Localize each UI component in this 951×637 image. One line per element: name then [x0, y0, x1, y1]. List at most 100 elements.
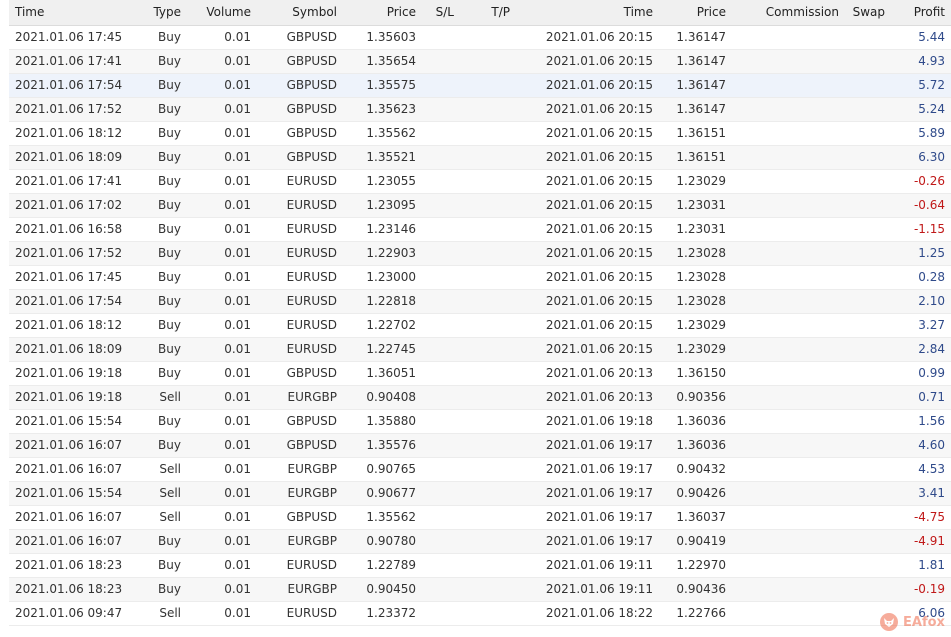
column-header-volume[interactable]: Volume: [187, 0, 257, 26]
table-row[interactable]: 2021.01.06 16:07 Buy 0.01 EURGBP 0.90780 2021…: [9, 529, 951, 553]
close-price-cell: 1.23029: [676, 318, 726, 332]
volume-cell: 0.01: [224, 606, 251, 620]
close-time-cell: 2021.01.06 18:22: [545, 606, 653, 620]
column-header-commission[interactable]: Commission: [732, 0, 845, 26]
table-row[interactable]: 2021.01.06 17:45 Buy 0.01 GBPUSD 1.35603 2021…: [9, 25, 951, 49]
symbol-cell: GBPUSD: [286, 366, 337, 380]
tp-cell: [460, 313, 516, 337]
symbol-cell: EURUSD: [286, 294, 337, 308]
table-row[interactable]: 2021.01.06 17:54 Buy 0.01 EURUSD 1.22818 2021…: [9, 289, 951, 313]
tp-cell: [460, 73, 516, 97]
type-cell: Buy: [158, 438, 181, 452]
swap-cell: [845, 241, 891, 265]
table-row[interactable]: 2021.01.06 16:07 Buy 0.01 GBPUSD 1.35576 2021…: [9, 433, 951, 457]
table-row[interactable]: 2021.01.06 19:18 Buy 0.01 GBPUSD 1.36051 2021…: [9, 361, 951, 385]
table-row[interactable]: 2021.01.06 18:23 Buy 0.01 EURUSD 1.22789 2021…: [9, 553, 951, 577]
profit-cell: 3.41: [918, 486, 945, 500]
table-row[interactable]: 2021.01.06 18:09 Buy 0.01 GBPUSD 1.35521 2021…: [9, 145, 951, 169]
commission-cell: [732, 265, 845, 289]
table-row[interactable]: 2021.01.06 18:12 Buy 0.01 EURUSD 1.22702 2021…: [9, 313, 951, 337]
tp-cell: [460, 433, 516, 457]
commission-cell: [732, 577, 845, 601]
tp-cell: [460, 289, 516, 313]
tp-cell: [460, 385, 516, 409]
close-price-cell: 1.23028: [676, 270, 726, 284]
table-row[interactable]: 2021.01.06 17:52 Buy 0.01 EURUSD 1.22903 2021…: [9, 241, 951, 265]
column-header-sl[interactable]: S/L: [422, 0, 460, 26]
tp-cell: [460, 481, 516, 505]
commission-cell: [732, 121, 845, 145]
table-row[interactable]: 2021.01.06 16:58 Buy 0.01 EURUSD 1.23146 2021…: [9, 217, 951, 241]
symbol-cell: EURUSD: [286, 318, 337, 332]
profit-cell: -4.75: [913, 510, 945, 524]
table-row[interactable]: 2021.01.06 17:02 Buy 0.01 EURUSD 1.23095 2021…: [9, 193, 951, 217]
symbol-cell: EURGBP: [287, 462, 337, 476]
sl-cell: [422, 337, 460, 361]
profit-cell: 4.60: [918, 438, 945, 452]
profit-cell: 4.53: [918, 462, 945, 476]
swap-cell: [845, 385, 891, 409]
sl-cell: [422, 313, 460, 337]
column-header-tp[interactable]: T/P: [460, 0, 516, 26]
column-header-close-price[interactable]: Price: [659, 0, 732, 26]
table-row[interactable]: 2021.01.06 17:41 Buy 0.01 EURUSD 1.23055 2021…: [9, 169, 951, 193]
tp-cell: [460, 169, 516, 193]
close-time-cell: 2021.01.06 20:15: [545, 150, 653, 164]
close-price-cell: 1.23031: [676, 222, 726, 236]
type-cell: Buy: [158, 126, 181, 140]
table-row[interactable]: 2021.01.06 16:07 Sell 0.01 GBPUSD 1.35562 202…: [9, 505, 951, 529]
column-header-profit[interactable]: Profit: [891, 0, 951, 26]
commission-cell: [732, 481, 845, 505]
tp-cell: [460, 217, 516, 241]
profit-cell: 5.72: [918, 78, 945, 92]
column-header-close-time[interactable]: Time: [516, 0, 659, 26]
close-time-cell: 2021.01.06 20:15: [545, 54, 653, 68]
table-row[interactable]: 2021.01.06 15:54 Sell 0.01 EURGBP 0.90677 202…: [9, 481, 951, 505]
volume-cell: 0.01: [224, 558, 251, 572]
table-row[interactable]: 2021.01.06 09:47 Sell 0.01 EURUSD 1.23372 202…: [9, 601, 951, 625]
profit-cell: -4.91: [913, 534, 945, 548]
volume-cell: 0.01: [224, 174, 251, 188]
close-time-cell: 2021.01.06 19:17: [545, 438, 653, 452]
commission-cell: [732, 361, 845, 385]
table-row[interactable]: 2021.01.06 18:12 Buy 0.01 GBPUSD 1.35562 2021…: [9, 121, 951, 145]
column-header-type[interactable]: Type: [133, 0, 187, 26]
table-row[interactable]: 2021.01.06 19:18 Sell 0.01 EURGBP 0.90408 202…: [9, 385, 951, 409]
symbol-cell: GBPUSD: [286, 150, 337, 164]
symbol-cell: EURUSD: [286, 222, 337, 236]
close-price-cell: 1.36036: [676, 438, 726, 452]
table-row[interactable]: 2021.01.06 16:07 Sell 0.01 EURGBP 0.90765 202…: [9, 457, 951, 481]
open-price-cell: 0.90765: [366, 462, 416, 476]
volume-cell: 0.01: [224, 102, 251, 116]
commission-cell: [732, 145, 845, 169]
close-time-cell: 2021.01.06 19:18: [545, 414, 653, 428]
open-price-cell: 1.23372: [366, 606, 416, 620]
table-row[interactable]: 2021.01.06 17:41 Buy 0.01 GBPUSD 1.35654 2021…: [9, 49, 951, 73]
swap-cell: [845, 169, 891, 193]
open-price-cell: 0.90677: [366, 486, 416, 500]
sl-cell: [422, 241, 460, 265]
table-row[interactable]: 2021.01.06 17:45 Buy 0.01 EURUSD 1.23000 2021…: [9, 265, 951, 289]
tp-cell: [460, 529, 516, 553]
table-row[interactable]: 2021.01.06 18:23 Buy 0.01 EURGBP 0.90450 2021…: [9, 577, 951, 601]
close-price-cell: 1.23031: [676, 198, 726, 212]
open-time-cell: 2021.01.06 17:52: [15, 246, 123, 260]
table-row[interactable]: 2021.01.06 17:54 Buy 0.01 GBPUSD 1.35575 2021…: [9, 73, 951, 97]
profit-cell: -1.15: [913, 222, 945, 236]
open-time-cell: 2021.01.06 17:54: [15, 294, 123, 308]
table-row[interactable]: 2021.01.06 18:09 Buy 0.01 EURUSD 1.22745 2021…: [9, 337, 951, 361]
swap-cell: [845, 313, 891, 337]
open-price-cell: 1.35654: [366, 54, 416, 68]
table-row[interactable]: 2021.01.06 15:54 Buy 0.01 GBPUSD 1.35880 2021…: [9, 409, 951, 433]
tp-cell: [460, 505, 516, 529]
column-header-open-price[interactable]: Price: [343, 0, 422, 26]
close-price-cell: 1.23028: [676, 294, 726, 308]
close-price-cell: 1.36147: [676, 102, 726, 116]
table-row[interactable]: 2021.01.06 17:52 Buy 0.01 GBPUSD 1.35623 2021…: [9, 97, 951, 121]
swap-cell: [845, 409, 891, 433]
open-time-cell: 2021.01.06 18:09: [15, 150, 123, 164]
profit-cell: 2.10: [918, 294, 945, 308]
column-header-swap[interactable]: Swap: [845, 0, 891, 26]
column-header-open-time[interactable]: Time: [9, 0, 133, 26]
column-header-symbol[interactable]: Symbol: [257, 0, 343, 26]
